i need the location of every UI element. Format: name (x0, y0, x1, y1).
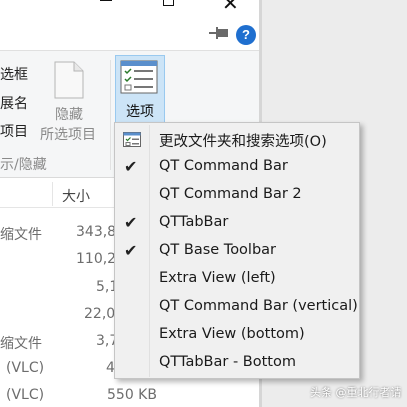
hide-button-label-2[interactable]: 所选项目 (40, 124, 96, 144)
menu-item-label: QTTabBar - Bottom (159, 354, 296, 370)
file-name[interactable]: 缩文件 (0, 333, 42, 353)
menu-item-qt-base-toolbar[interactable]: ✔ QT Base Toolbar (116, 238, 359, 266)
ribbon-divider (110, 60, 111, 170)
menu-item-label: Extra View (left) (159, 270, 276, 286)
size-column-header[interactable]: 大小 (62, 186, 90, 206)
menu-item-label: QTTabBar (159, 214, 229, 230)
menu-item-extra-view-bottom[interactable]: Extra View (bottom) (116, 322, 359, 350)
menu-item-label: QT Base Toolbar (159, 242, 277, 258)
minimize-button[interactable] (100, 0, 112, 1)
menu-item-label: QT Command Bar (159, 158, 288, 174)
menu-item-label: 更改文件夹和搜索选项(O) (159, 134, 327, 150)
help-icon[interactable]: ? (236, 25, 256, 45)
menu-item-qt-command-bar-2[interactable]: QT Command Bar 2 (116, 182, 359, 210)
close-button[interactable]: ✕ (222, 0, 239, 15)
menu-item-qttabbar[interactable]: ✔ QTTabBar (116, 210, 359, 238)
checkmark-icon: ✔ (124, 213, 138, 232)
file-size: 343,8 (76, 224, 117, 240)
file-size: 22,0 (84, 306, 116, 322)
options-dropdown-menu: 更改文件夹和搜索选项(O) ✔ QT Command Bar QT Comman… (114, 122, 360, 379)
menu-item-folder-options[interactable]: 更改文件夹和搜索选项(O) (116, 126, 359, 154)
menu-item-extra-view-left[interactable]: Extra View (left) (116, 266, 359, 294)
column-divider[interactable] (52, 182, 53, 206)
options-button-label: 选项 (126, 104, 154, 120)
ribbon-group-label: 示/隐藏 (0, 157, 47, 173)
watermark: 头条 @重北行者请 (310, 386, 402, 399)
file-size: 550 KB (107, 387, 157, 403)
menu-item-qt-command-bar[interactable]: ✔ QT Command Bar (116, 154, 359, 182)
checkmark-icon: ✔ (124, 157, 138, 176)
menu-item-label: QT Command Bar 2 (159, 186, 302, 202)
menu-item-qttabbar-bottom[interactable]: QTTabBar - Bottom (116, 350, 359, 378)
options-checklist-icon (120, 60, 158, 94)
hide-selected-icon (54, 61, 84, 99)
folder-options-icon (123, 132, 141, 147)
menu-item-label: QT Command Bar (vertical) (159, 298, 358, 314)
file-name[interactable]: (VLC) (6, 360, 44, 376)
ribbon-label-checkbox[interactable]: 选框 (0, 64, 28, 84)
file-name[interactable]: 缩文件 (0, 224, 42, 244)
menu-item-qt-command-bar-vertical[interactable]: QT Command Bar (vertical) (116, 294, 359, 322)
menu-item-label: Extra View (bottom) (159, 326, 305, 342)
maximize-button[interactable] (163, 0, 174, 6)
ribbon-label-items[interactable]: 项目 (0, 121, 28, 141)
pin-ribbon-icon[interactable] (209, 26, 231, 40)
file-name[interactable]: (VLC) (6, 387, 44, 403)
ribbon-label-extension[interactable]: 展名 (0, 93, 28, 113)
checkmark-icon: ✔ (124, 241, 138, 260)
hide-button-label-1[interactable]: 隐藏 (55, 104, 83, 124)
file-size: 110,2 (76, 251, 117, 267)
